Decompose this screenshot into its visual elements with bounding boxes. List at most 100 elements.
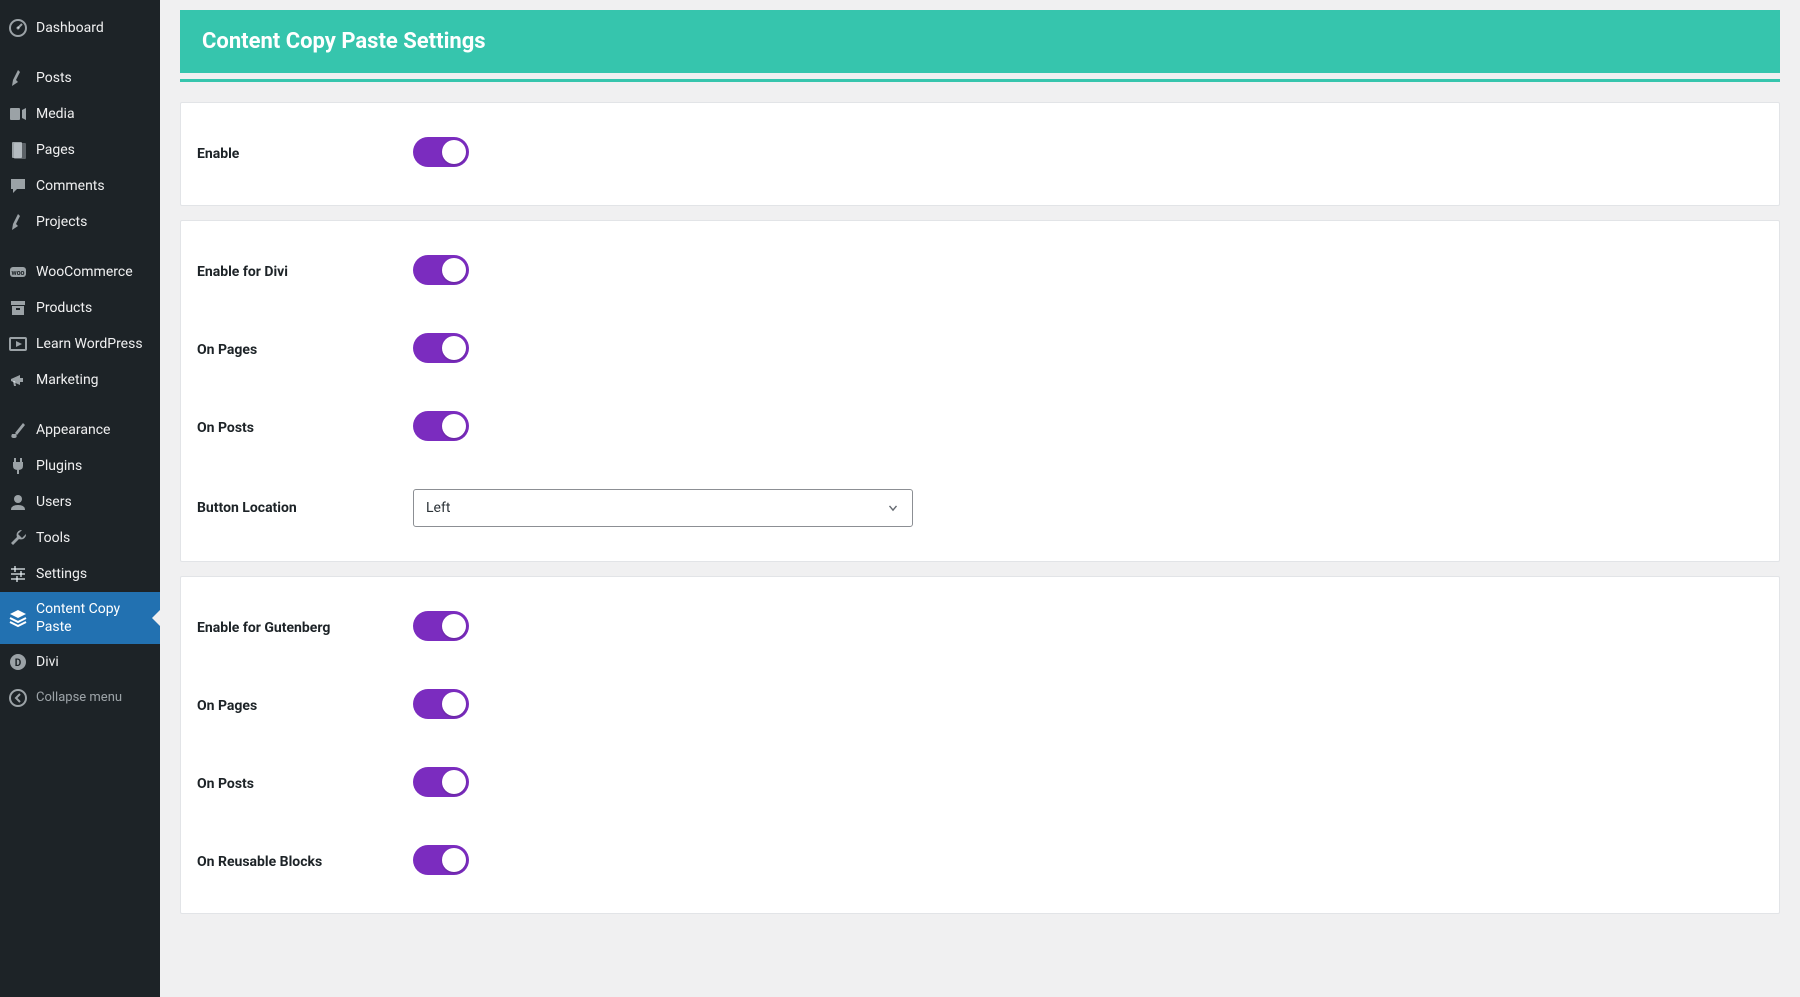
- sidebar-item-label: Dashboard: [36, 19, 152, 37]
- page-header-banner: Content Copy Paste Settings: [180, 10, 1780, 73]
- menu-separator: [0, 240, 160, 254]
- wrench-icon: [8, 528, 28, 548]
- sidebar-item-label: Plugins: [36, 457, 152, 475]
- sidebar-item-comments[interactable]: Comments: [0, 168, 160, 204]
- sidebar-item-label: Divi: [36, 653, 152, 671]
- collapse-icon: [8, 688, 28, 708]
- sidebar-item-posts[interactable]: Posts: [0, 60, 160, 96]
- comment-icon: [8, 176, 28, 196]
- setting-control: [413, 845, 1763, 879]
- menu-separator: [0, 398, 160, 412]
- setting-label: On Posts: [197, 420, 413, 436]
- setting-control: [413, 611, 1763, 645]
- button-location-select[interactable]: Left: [413, 489, 913, 527]
- setting-control: [413, 689, 1763, 723]
- setting-row-on-pages: On Pages: [181, 311, 1779, 389]
- setting-row-on-reusable-blocks: On Reusable Blocks: [181, 823, 1779, 901]
- on-pages-toggle[interactable]: [413, 689, 469, 719]
- collapse-menu-button[interactable]: Collapse menu: [0, 680, 160, 716]
- sidebar-item-label: Users: [36, 493, 152, 511]
- enable-toggle[interactable]: [413, 137, 469, 167]
- sidebar-item-label: Tools: [36, 529, 152, 547]
- setting-control: [413, 411, 1763, 445]
- content-area: Content Copy Paste Settings Enable Enable…: [160, 0, 1800, 997]
- settings-panel: Enable for Gutenberg On Pages On Posts On R…: [180, 576, 1780, 914]
- sidebar-item-label: Learn WordPress: [36, 335, 152, 353]
- setting-control: [413, 333, 1763, 367]
- sidebar-item-plugins[interactable]: Plugins: [0, 448, 160, 484]
- setting-control: [413, 137, 1763, 171]
- user-icon: [8, 492, 28, 512]
- setting-control: Left: [413, 489, 1763, 527]
- sidebar-item-users[interactable]: Users: [0, 484, 160, 520]
- plug-icon: [8, 456, 28, 476]
- menu-separator: [0, 46, 160, 60]
- sidebar-item-content-copy-paste[interactable]: Content Copy Paste: [0, 592, 160, 644]
- sidebar-item-label: Collapse menu: [36, 689, 152, 707]
- svg-text:D: D: [15, 658, 22, 669]
- svg-text:woo: woo: [11, 269, 24, 277]
- enable-for-gutenberg-toggle[interactable]: [413, 611, 469, 641]
- pin-icon: [8, 212, 28, 232]
- setting-row-enable-for-gutenberg: Enable for Gutenberg: [181, 589, 1779, 667]
- setting-control: [413, 767, 1763, 801]
- setting-row-on-pages: On Pages: [181, 667, 1779, 745]
- setting-label: On Pages: [197, 342, 413, 358]
- sidebar-item-label: Marketing: [36, 371, 152, 389]
- brush-icon: [8, 420, 28, 440]
- sidebar-item-dashboard[interactable]: Dashboard: [0, 10, 160, 46]
- media-icon: [8, 104, 28, 124]
- sidebar-item-appearance[interactable]: Appearance: [0, 412, 160, 448]
- setting-row-button-location: Button Location Left: [181, 467, 1779, 549]
- page-icon: [8, 140, 28, 160]
- on-pages-toggle[interactable]: [413, 333, 469, 363]
- on-reusable-blocks-toggle[interactable]: [413, 845, 469, 875]
- on-posts-toggle[interactable]: [413, 767, 469, 797]
- setting-label: On Posts: [197, 776, 413, 792]
- sidebar-item-marketing[interactable]: Marketing: [0, 362, 160, 398]
- sidebar-item-media[interactable]: Media: [0, 96, 160, 132]
- admin-sidebar: Dashboard Posts Media Pages Comments Projects…: [0, 0, 160, 997]
- sidebar-item-label: Projects: [36, 213, 152, 231]
- video-icon: [8, 334, 28, 354]
- sliders-icon: [8, 564, 28, 584]
- enable-for-divi-toggle[interactable]: [413, 255, 469, 285]
- chevron-down-icon: [886, 501, 900, 515]
- page-title: Content Copy Paste Settings: [202, 29, 1758, 54]
- sidebar-item-divi[interactable]: D Divi: [0, 644, 160, 680]
- setting-label: On Pages: [197, 698, 413, 714]
- setting-row-enable-for-divi: Enable for Divi: [181, 233, 1779, 311]
- pin-icon: [8, 68, 28, 88]
- sidebar-item-settings[interactable]: Settings: [0, 556, 160, 592]
- sidebar-item-label: Comments: [36, 177, 152, 195]
- sidebar-item-label: Pages: [36, 141, 152, 159]
- setting-row-on-posts: On Posts: [181, 389, 1779, 467]
- accent-divider: [180, 79, 1780, 82]
- select-value: Left: [426, 500, 450, 516]
- sidebar-item-label: Products: [36, 299, 152, 317]
- sidebar-item-label: Content Copy Paste: [36, 600, 152, 636]
- sidebar-item-tools[interactable]: Tools: [0, 520, 160, 556]
- settings-panel: Enable: [180, 102, 1780, 206]
- setting-row-on-posts: On Posts: [181, 745, 1779, 823]
- sidebar-item-label: Appearance: [36, 421, 152, 439]
- sidebar-item-products[interactable]: Products: [0, 290, 160, 326]
- sidebar-item-label: Posts: [36, 69, 152, 87]
- setting-label: Button Location: [197, 500, 413, 516]
- sidebar-item-learn-wordpress[interactable]: Learn WordPress: [0, 326, 160, 362]
- setting-label: Enable for Gutenberg: [197, 620, 413, 636]
- settings-panel: Enable for Divi On Pages On Posts Button Lo…: [180, 220, 1780, 562]
- sidebar-item-label: Settings: [36, 565, 152, 583]
- setting-label: On Reusable Blocks: [197, 854, 413, 870]
- divi-icon: D: [8, 652, 28, 672]
- setting-label: Enable: [197, 146, 413, 162]
- sidebar-item-pages[interactable]: Pages: [0, 132, 160, 168]
- setting-row-enable: Enable: [181, 115, 1779, 193]
- sidebar-item-projects[interactable]: Projects: [0, 204, 160, 240]
- sidebar-item-woocommerce[interactable]: wooWooCommerce: [0, 254, 160, 290]
- stack-icon: [8, 608, 28, 628]
- on-posts-toggle[interactable]: [413, 411, 469, 441]
- setting-label: Enable for Divi: [197, 264, 413, 280]
- archive-icon: [8, 298, 28, 318]
- sidebar-item-label: Media: [36, 105, 152, 123]
